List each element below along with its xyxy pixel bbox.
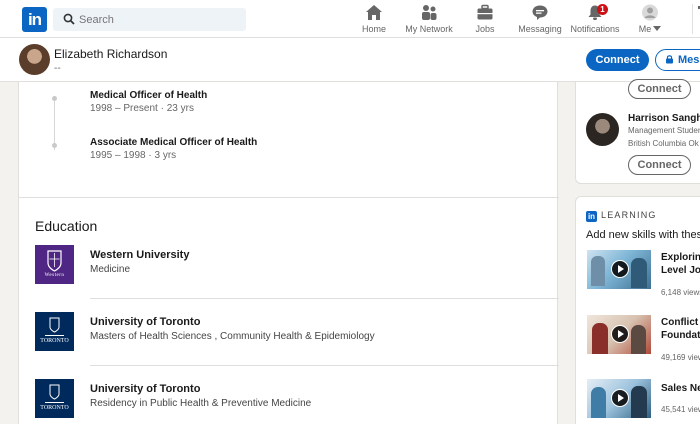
home-icon bbox=[366, 5, 382, 20]
toronto-logo-text: TORONTO bbox=[40, 338, 69, 344]
nav-jobs[interactable]: Jobs bbox=[472, 4, 498, 36]
timeline-dot bbox=[52, 96, 57, 101]
search-icon bbox=[63, 13, 75, 25]
crest-icon bbox=[47, 250, 62, 272]
message-button[interactable]: Message bbox=[655, 49, 700, 71]
timeline-dot bbox=[52, 143, 57, 148]
linkedin-logo[interactable]: in bbox=[22, 7, 47, 32]
course-title[interactable]: Conflict RFoundatio bbox=[661, 316, 700, 342]
person-name[interactable]: Harrison Sanghar bbox=[628, 113, 700, 124]
course-views: 49,169 views bbox=[661, 353, 700, 362]
lock-icon bbox=[666, 55, 673, 64]
nav-notifications[interactable]: 1 Notifications bbox=[570, 4, 620, 36]
nav-messaging-label: Messaging bbox=[518, 24, 562, 34]
western-logo-text: Western bbox=[44, 273, 65, 278]
nav-notifications-label: Notifications bbox=[570, 24, 620, 34]
person-location: British Columbia Ok bbox=[628, 139, 699, 148]
person-avatar[interactable] bbox=[586, 113, 619, 146]
network-icon bbox=[422, 5, 437, 20]
avatar-icon bbox=[642, 4, 658, 21]
nav-jobs-label: Jobs bbox=[475, 24, 495, 34]
nav-my-network[interactable]: My Network bbox=[404, 4, 454, 36]
people-also-viewed-card: Connect Harrison Sanghar Management Stud… bbox=[575, 79, 700, 184]
experience-role-title[interactable]: Associate Medical Officer of Health bbox=[90, 137, 257, 148]
linkedin-mini-logo: in bbox=[586, 211, 597, 222]
education-school-name[interactable]: Western University bbox=[90, 249, 189, 261]
connect-button-top[interactable]: Connect bbox=[628, 79, 691, 99]
university-of-toronto-logo[interactable]: TORONTO bbox=[35, 312, 74, 351]
education-divider bbox=[90, 298, 559, 299]
top-navbar: in Home My Network Jobs Mess bbox=[0, 0, 700, 38]
experience-role-dates: 1995 – 1998 · 3 yrs bbox=[90, 150, 177, 161]
crest-icon bbox=[45, 317, 64, 336]
education-degree: Masters of Health Sciences , Community H… bbox=[90, 331, 375, 342]
nav-home-label: Home bbox=[361, 24, 386, 34]
profile-headline: -- bbox=[54, 63, 61, 74]
learning-brand: in LEARNING bbox=[586, 210, 657, 222]
person-headline: Management Studen bbox=[628, 126, 700, 135]
nav-home[interactable]: Home bbox=[361, 4, 387, 36]
course-title[interactable]: Sales Neg bbox=[661, 382, 700, 395]
nav-me[interactable]: Me bbox=[636, 4, 664, 36]
profile-avatar[interactable] bbox=[19, 44, 50, 75]
profile-name: Elizabeth Richardson bbox=[54, 47, 168, 61]
profile-main-card: Medical Officer of Health 1998 – Present… bbox=[18, 82, 559, 424]
section-divider bbox=[19, 197, 559, 198]
course-views: 6,148 views bbox=[661, 288, 700, 297]
education-degree: Residency in Public Health & Preventive … bbox=[90, 398, 312, 409]
course-views: 45,541 views bbox=[661, 405, 700, 414]
university-of-toronto-logo[interactable]: TORONTO bbox=[35, 379, 74, 418]
search-input[interactable] bbox=[79, 8, 239, 31]
crest-icon bbox=[45, 384, 64, 403]
play-icon bbox=[611, 325, 629, 343]
caret-down-icon bbox=[653, 26, 662, 31]
toronto-logo-text: TORONTO bbox=[40, 405, 69, 411]
nav-my-network-label: My Network bbox=[405, 24, 453, 34]
education-school-name[interactable]: University of Toronto bbox=[90, 383, 200, 395]
nav-work-label: W bbox=[696, 24, 700, 34]
notification-badge: 1 bbox=[597, 4, 608, 15]
nav-divider bbox=[692, 4, 693, 34]
messaging-icon bbox=[532, 5, 548, 20]
course-thumbnail[interactable] bbox=[587, 315, 651, 354]
play-icon bbox=[611, 260, 629, 278]
education-divider bbox=[90, 365, 559, 366]
person-connect-button[interactable]: Connect bbox=[628, 155, 691, 175]
education-heading: Education bbox=[35, 218, 98, 234]
message-button-label: Message bbox=[678, 54, 700, 66]
experience-role-title[interactable]: Medical Officer of Health bbox=[90, 90, 207, 101]
western-university-logo[interactable]: Western bbox=[35, 245, 74, 284]
course-thumbnail[interactable] bbox=[587, 250, 651, 289]
briefcase-icon bbox=[477, 4, 493, 20]
learning-subtitle: Add new skills with these bbox=[586, 229, 700, 241]
nav-work[interactable]: W bbox=[696, 4, 700, 36]
education-school-name[interactable]: University of Toronto bbox=[90, 316, 200, 328]
course-title[interactable]: ExploringLevel Job bbox=[661, 251, 700, 277]
education-degree: Medicine bbox=[90, 264, 131, 275]
search-box[interactable] bbox=[53, 8, 246, 31]
linkedin-learning-card: in LEARNING Add new skills with these Exp… bbox=[575, 196, 700, 424]
connect-button[interactable]: Connect bbox=[586, 49, 649, 71]
play-icon bbox=[611, 389, 629, 407]
course-thumbnail[interactable] bbox=[587, 379, 651, 418]
nav-me-label: Me bbox=[636, 24, 664, 34]
experience-role-dates: 1998 – Present · 23 yrs bbox=[90, 103, 194, 114]
nav-messaging[interactable]: Messaging bbox=[518, 4, 562, 36]
